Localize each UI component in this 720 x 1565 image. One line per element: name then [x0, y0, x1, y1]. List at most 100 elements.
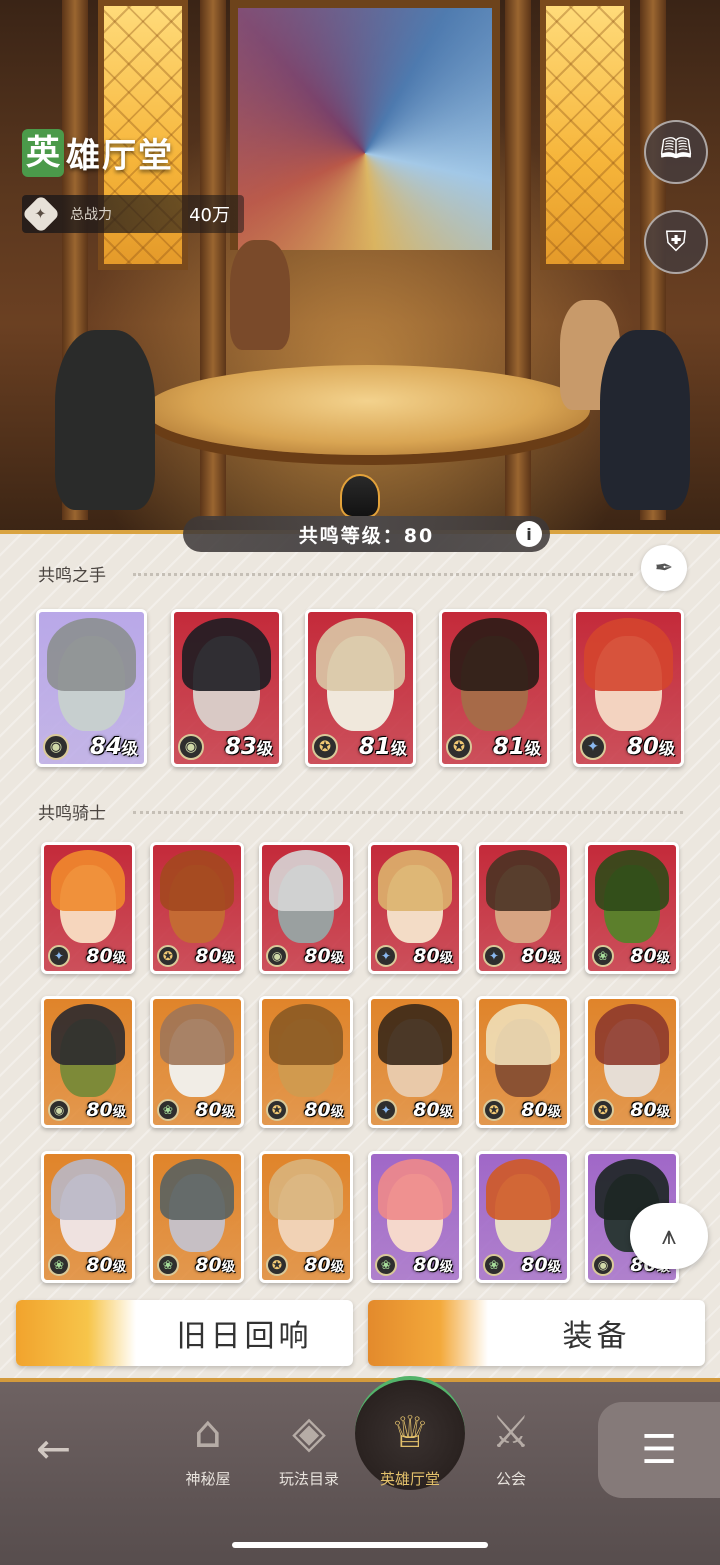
faction-icon: ✦: [375, 945, 397, 967]
helmet-icon[interactable]: ⛨: [644, 210, 708, 274]
nav-label: 神秘屋: [185, 1470, 231, 1488]
hero-hair: [51, 850, 125, 911]
nav-mystery-house[interactable]: ⌂ 神秘屋: [158, 1404, 258, 1489]
hero-level-value: 80: [521, 1099, 548, 1121]
hero-level-value: 80: [86, 945, 113, 967]
level-unit: 级: [221, 1105, 235, 1120]
faction-icon: ◉: [266, 945, 288, 967]
power-value: 40万: [189, 205, 230, 226]
spartan-helmet-icon: [340, 474, 380, 518]
back-arrow-icon[interactable]: ←: [36, 1424, 71, 1473]
hero-card[interactable]: ✦ 80级: [573, 609, 684, 767]
hero-hall-scene: [0, 0, 720, 540]
faction-icon: ✦: [375, 1099, 397, 1121]
hero-hair: [486, 1159, 560, 1220]
level-unit: 级: [112, 1105, 126, 1120]
hero-card[interactable]: ❀ 80级: [585, 842, 679, 974]
level-unit: 级: [112, 1260, 126, 1275]
hero-hair: [269, 1004, 343, 1065]
level-unit: 级: [330, 951, 344, 966]
hero-card[interactable]: ❀ 80级: [368, 1151, 462, 1283]
hero-level-value: 80: [195, 945, 222, 967]
level-unit: 级: [112, 951, 126, 966]
equipment-label: 装备: [562, 1319, 631, 1354]
hero-card[interactable]: ✪ 80级: [259, 996, 353, 1128]
hero-level-value: 80: [304, 1254, 331, 1276]
quill-icon[interactable]: ✒: [641, 545, 687, 591]
old-echo-button[interactable]: 旧日回响: [16, 1300, 353, 1366]
hero-card[interactable]: ✪ 81级: [305, 609, 416, 767]
bottom-nav: ← ⌂ 神秘屋 ◈ 玩法目录 ♕ 英雄厅堂 ⚔ 公会 ☰: [0, 1376, 720, 1565]
resonance-level-label: 共鸣等级：80: [298, 524, 435, 547]
hero-level: 81级: [359, 734, 407, 760]
level-unit: 级: [330, 1105, 344, 1120]
book-icon[interactable]: 🕮: [644, 120, 708, 184]
hero-card[interactable]: ❀ 80级: [41, 1151, 135, 1283]
level-unit: 级: [390, 739, 407, 758]
hero-level: 80级: [304, 1099, 344, 1121]
hero-figure: [600, 330, 690, 510]
house-icon: ⌂: [194, 1407, 222, 1458]
hero-card[interactable]: ◉ 80级: [259, 842, 353, 974]
hero-card[interactable]: ✪ 81级: [439, 609, 550, 767]
hero-level: 80级: [195, 945, 235, 967]
level-unit: 级: [221, 1260, 235, 1275]
hero-level-value: 80: [195, 1099, 222, 1121]
hero-level-value: 81: [358, 734, 391, 760]
faction-icon: ✪: [446, 734, 472, 760]
nav-guild[interactable]: ⚔ 公会: [461, 1404, 561, 1489]
hero-level: 84级: [90, 734, 138, 760]
level-unit: 级: [547, 951, 561, 966]
level-unit: 级: [439, 1260, 453, 1275]
hero-card[interactable]: ✦ 80级: [41, 842, 135, 974]
hero-level: 80级: [304, 945, 344, 967]
info-icon[interactable]: i: [516, 521, 542, 547]
hero-card[interactable]: ❀ 80级: [476, 1151, 570, 1283]
hero-level-value: 83: [224, 734, 257, 760]
hero-card[interactable]: ✦ 80级: [476, 842, 570, 974]
hero-card[interactable]: ✪ 80级: [476, 996, 570, 1128]
level-unit: 级: [547, 1260, 561, 1275]
faction-icon: ✦: [580, 734, 606, 760]
faction-icon: ✦: [48, 945, 70, 967]
hero-card[interactable]: ✪ 80级: [259, 1151, 353, 1283]
nav-hero-hall[interactable]: ♕ 英雄厅堂: [360, 1404, 460, 1489]
menu-icon[interactable]: ☰: [598, 1402, 720, 1498]
level-unit: 级: [439, 1105, 453, 1120]
hero-card[interactable]: ❀ 80级: [150, 996, 244, 1128]
nav-label: 英雄厅堂: [379, 1470, 440, 1488]
stained-window-right: [540, 0, 630, 270]
hero-level: 81级: [493, 734, 541, 760]
hero-level: 83级: [225, 734, 273, 760]
hero-figure: [230, 240, 290, 350]
guild-icon: ⚔: [491, 1407, 531, 1458]
hero-level: 80级: [521, 1254, 561, 1276]
hero-hair: [51, 1004, 125, 1065]
hero-level-value: 80: [413, 1254, 440, 1276]
faction-icon: ✪: [312, 734, 338, 760]
hero-level-value: 80: [413, 945, 440, 967]
hero-card[interactable]: ◉ 83级: [171, 609, 282, 767]
hero-level: 80级: [304, 1254, 344, 1276]
hero-hair: [584, 618, 673, 692]
hero-hair: [269, 1159, 343, 1220]
hero-card[interactable]: ✪ 80级: [585, 996, 679, 1128]
filter-icon[interactable]: ⩚: [630, 1203, 708, 1269]
hero-card[interactable]: ✦ 80级: [368, 842, 462, 974]
hero-card[interactable]: ◉ 84级: [36, 609, 147, 767]
nav-play-catalog[interactable]: ◈ 玩法目录: [259, 1404, 359, 1489]
equipment-button[interactable]: 装备: [368, 1300, 705, 1366]
hero-card[interactable]: ✦ 80级: [368, 996, 462, 1128]
catalog-icon: ◈: [292, 1407, 326, 1458]
hero-card[interactable]: ✪ 80级: [150, 842, 244, 974]
page-title-rest: 雄厅堂: [66, 136, 174, 176]
hero-level-value: 80: [521, 945, 548, 967]
hero-level-value: 80: [304, 945, 331, 967]
hero-card[interactable]: ❀ 80级: [150, 1151, 244, 1283]
level-unit: 级: [121, 739, 138, 758]
hero-level: 80级: [413, 945, 453, 967]
home-indicator: [232, 1542, 488, 1548]
hero-hair: [486, 850, 560, 911]
hero-level-value: 80: [521, 1254, 548, 1276]
hero-card[interactable]: ◉ 80级: [41, 996, 135, 1128]
